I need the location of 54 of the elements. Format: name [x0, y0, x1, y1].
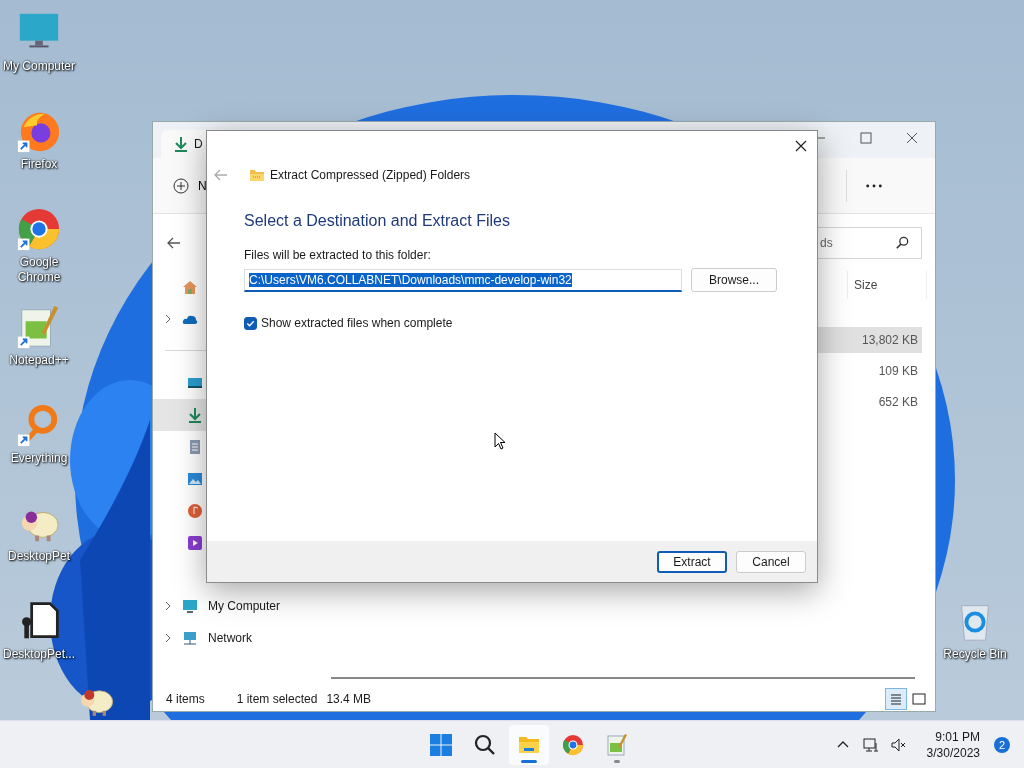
image-icon [187, 471, 203, 487]
selection-count: 1 item selected [236, 692, 318, 706]
new-button[interactable]: N [173, 177, 207, 194]
details-view-icon[interactable] [886, 689, 906, 709]
nav-label[interactable]: My Computer [208, 599, 281, 613]
chevron-right-icon[interactable] [164, 314, 172, 324]
nav-item[interactable] [153, 399, 207, 431]
play-icon [187, 535, 203, 551]
field-label: Files will be extracted to this folder: [244, 248, 432, 262]
close-icon[interactable] [795, 140, 807, 152]
checkbox[interactable] [244, 316, 257, 330]
destination-field[interactable]: C:\Users\VM6.COLLABNET\Downloads\mmc-develop-win32 [244, 268, 682, 292]
desktop-icon-label: Google Chrome [16, 255, 62, 285]
document-icon [187, 439, 203, 455]
nav-label[interactable]: Network [208, 631, 252, 645]
dialog-heading: Select a Destination and Extract Files [244, 212, 511, 230]
chevron-right-icon[interactable] [164, 601, 172, 611]
windows-logo-icon [429, 732, 453, 757]
download-icon [173, 136, 189, 152]
network-icon[interactable] [862, 736, 879, 753]
mouse-pointer-icon [494, 432, 506, 450]
monitor-icon[interactable] [182, 598, 198, 614]
dialog-title: Extract Compressed (Zipped) Folders [270, 168, 471, 182]
desktop-icon-label: Recycle Bin [942, 647, 1008, 662]
chrome-icon[interactable] [16, 206, 62, 252]
monitor-icon [187, 375, 203, 391]
desktop-icon-label: My Computer [2, 59, 76, 74]
cancel-button[interactable]: Cancel [736, 550, 806, 573]
desktop-icon-label: DesktopPet [6, 549, 71, 564]
notification-badge[interactable]: 2 [994, 736, 1010, 753]
item-count: 4 items [166, 692, 205, 706]
chevron-right-icon[interactable] [164, 633, 172, 643]
horizontal-scrollbar[interactable] [331, 677, 915, 679]
notepad-icon [605, 732, 629, 757]
checkbox-label[interactable]: Show extracted files when complete [261, 316, 453, 330]
more-icon[interactable] [865, 182, 883, 189]
download-icon [187, 407, 203, 423]
desktop-icon-label: Firefox [19, 157, 59, 172]
home-icon[interactable] [182, 279, 198, 295]
search-icon [473, 732, 497, 757]
browse-button[interactable]: Browse... [691, 268, 777, 292]
explorer-taskbar-button[interactable] [509, 724, 549, 765]
music-note-icon [187, 503, 203, 519]
desktop-icon-label: Everything [9, 451, 69, 466]
column-header[interactable]: Size [847, 271, 927, 299]
chrome-icon [561, 732, 585, 757]
muted-speaker-icon[interactable] [890, 736, 907, 753]
extract-button[interactable]: Extract [657, 550, 727, 573]
desktop-icon-label: Notepad++ [8, 353, 70, 368]
network-icon[interactable] [182, 630, 198, 646]
selection-size: 13.4 MB [326, 692, 372, 706]
clock[interactable]: 9:01 PM 3/30/2023 [926, 728, 980, 761]
zip-folder-icon [249, 167, 265, 183]
search-icon [895, 235, 909, 250]
